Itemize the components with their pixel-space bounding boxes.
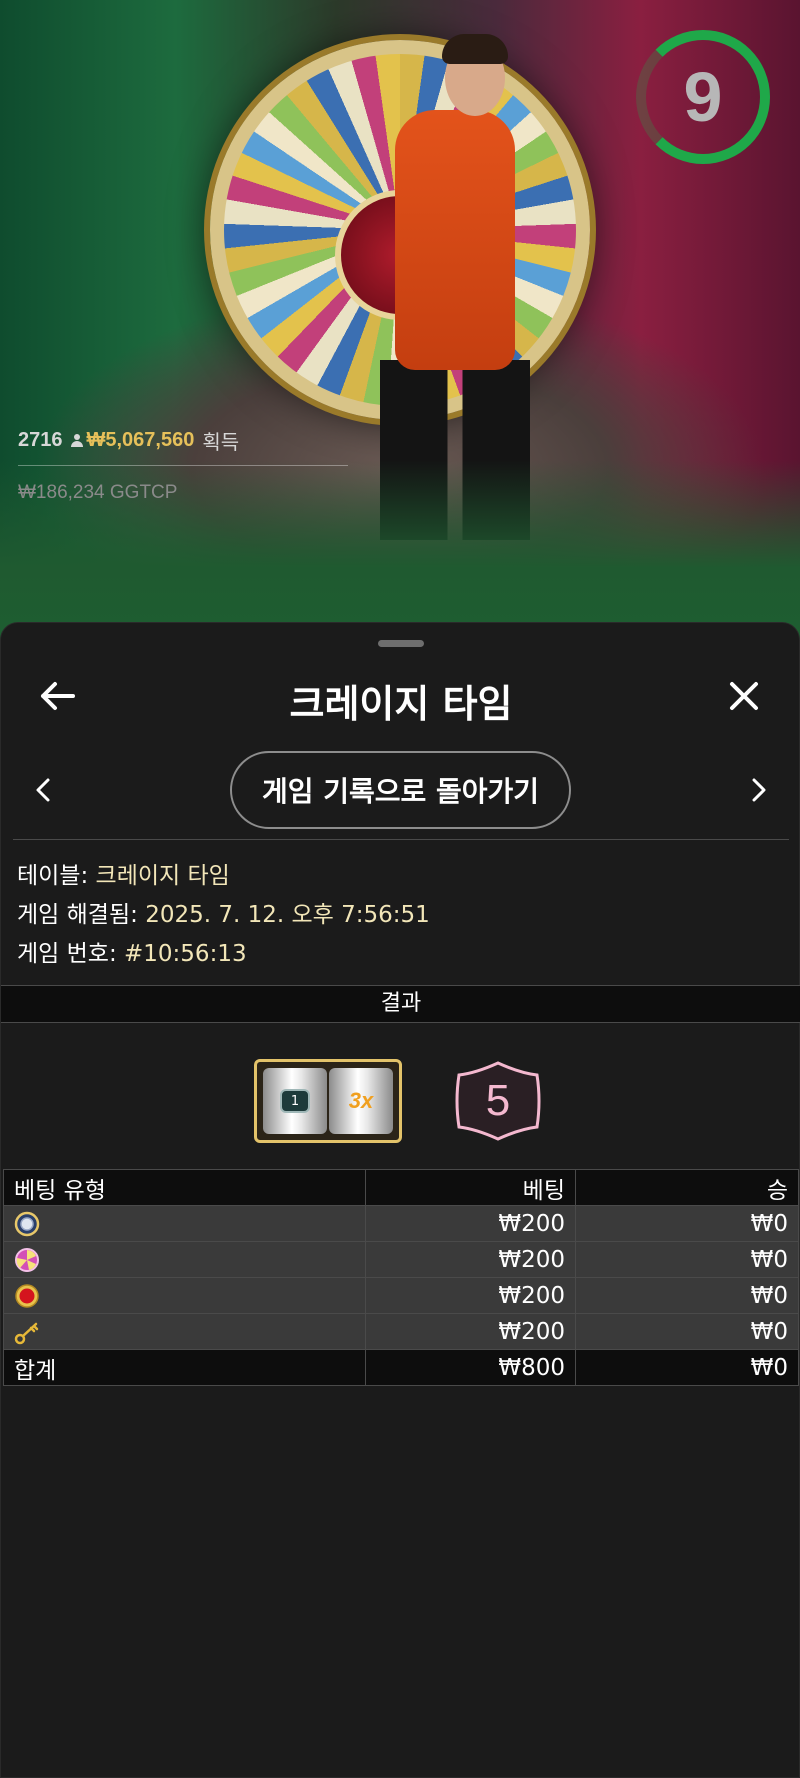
slot-right-multiplier: 3x [348, 1088, 374, 1113]
host-figure-legs [380, 360, 530, 540]
cash-hunt-icon [15, 1284, 39, 1308]
result-number: 5 [485, 1076, 511, 1125]
table-row: ₩200 ₩0 [3, 1241, 799, 1278]
back-to-history-button[interactable]: 게임 기록으로 돌아가기 [230, 751, 571, 829]
win-amount: ₩0 [575, 1205, 799, 1242]
header-divider [13, 839, 789, 840]
info-resolved-label: 게임 해결됨: [17, 902, 138, 928]
bet-amount: ₩200 [365, 1313, 576, 1350]
result-number-badge: 5 [451, 1061, 545, 1141]
person-icon [70, 433, 83, 448]
col-bet: 베팅 [365, 1169, 576, 1206]
stats-divider [18, 465, 348, 466]
bet-type-cell [3, 1205, 366, 1242]
round-info: 테이블: 크레이지 타임 게임 해결됨: 2025. 7. 12. 오후 7:5… [17, 857, 430, 974]
balance-line: ₩186,234 GGTCP [18, 482, 178, 503]
total-win-label: 획득 [202, 432, 240, 454]
win-amount: ₩0 [575, 1277, 799, 1314]
top-slot: 1 3x [254, 1059, 402, 1143]
info-table-row: 테이블: 크레이지 타임 [17, 857, 430, 896]
total-row: 합계 ₩800 ₩0 [3, 1349, 799, 1386]
total-win-amount: ₩5,067,560 [86, 429, 195, 451]
chevron-left-icon[interactable] [21, 765, 65, 815]
pachinko-icon [15, 1247, 39, 1272]
bets-table: 베팅 유형 베팅 승 ₩200 ₩0 ₩200 ₩0 ₩200 ₩0 ₩200 … [3, 1169, 799, 1386]
total-win: ₩0 [575, 1349, 799, 1386]
betting-timer: 9 [636, 30, 770, 164]
table-row: ₩200 ₩0 [3, 1313, 799, 1350]
table-stats-overlay: 2716 ₩5,067,560 획득 ₩186,234 GGTCP [18, 426, 348, 504]
host-hair [442, 34, 508, 64]
host-figure [395, 110, 515, 370]
info-resolved-value: 2025. 7. 12. 오후 7:56:51 [145, 902, 430, 928]
bets-header-row: 베팅 유형 베팅 승 [3, 1169, 799, 1206]
info-round-value: #10:56:13 [124, 941, 247, 967]
slot-reel-right: 3x [329, 1068, 393, 1134]
slot-reel-left: 1 [263, 1068, 327, 1134]
bet-amount: ₩200 [365, 1277, 576, 1314]
crazy-time-key-icon [14, 1322, 39, 1344]
win-amount: ₩0 [575, 1241, 799, 1278]
col-win: 승 [575, 1169, 799, 1206]
chevron-right-icon[interactable] [737, 765, 781, 815]
result-display: 1 3x 5 [1, 1023, 800, 1169]
table-row: ₩200 ₩0 [3, 1205, 799, 1242]
info-table-value: 크레이지 타임 [95, 863, 230, 889]
bet-amount: ₩200 [365, 1205, 576, 1242]
col-bet-type: 베팅 유형 [3, 1169, 366, 1206]
info-round-label: 게임 번호: [17, 941, 117, 967]
sheet-drag-handle[interactable] [378, 640, 424, 647]
coin-flip-icon [14, 1211, 40, 1236]
round-navigation: 게임 기록으로 돌아가기 [1, 751, 800, 829]
close-icon[interactable] [719, 671, 769, 721]
bet-type-cell [3, 1241, 366, 1278]
page-title: 크레이지 타임 [289, 682, 513, 726]
timer-value: 9 [683, 58, 723, 136]
sheet-header: 크레이지 타임 [1, 665, 800, 726]
info-resolved-row: 게임 해결됨: 2025. 7. 12. 오후 7:56:51 [17, 896, 430, 935]
win-amount: ₩0 [575, 1313, 799, 1350]
result-section-title: 결과 [1, 985, 800, 1023]
table-row: ₩200 ₩0 [3, 1277, 799, 1314]
slot-left-value: 1 [280, 1089, 310, 1113]
players-count: 2716 [18, 429, 63, 451]
bet-amount: ₩200 [365, 1241, 576, 1278]
total-bet: ₩800 [365, 1349, 576, 1386]
bet-type-cell [3, 1313, 366, 1350]
bet-type-cell [3, 1277, 366, 1314]
game-history-sheet: 크레이지 타임 게임 기록으로 돌아가기 테이블: 크레이지 타임 게임 해결됨… [0, 622, 800, 1778]
info-table-label: 테이블: [17, 863, 89, 889]
total-label: 합계 [3, 1349, 366, 1386]
info-round-row: 게임 번호: #10:56:13 [17, 935, 430, 974]
